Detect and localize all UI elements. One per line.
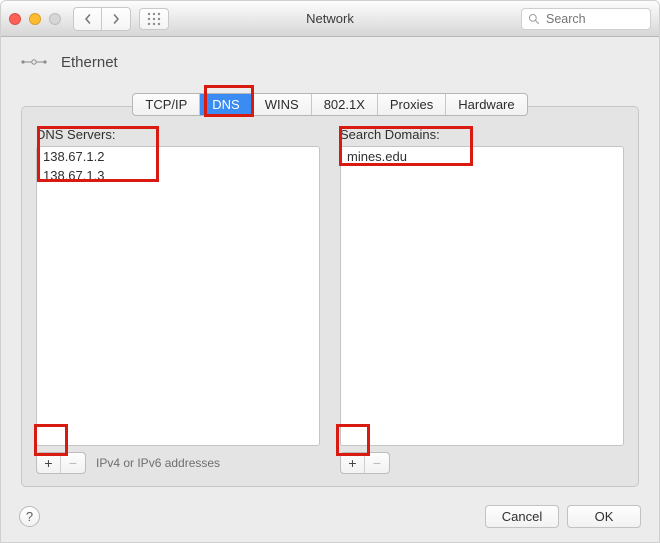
search-input[interactable] bbox=[544, 11, 644, 27]
system-preferences-window: Network Ethernet TCP/IPDNSWINS802.1XProx… bbox=[0, 0, 660, 543]
footer: ? Cancel OK bbox=[1, 497, 659, 542]
dns-servers-list[interactable]: 138.67.1.2138.67.1.3 bbox=[36, 146, 320, 446]
list-item[interactable]: 138.67.1.3 bbox=[37, 166, 319, 185]
pane-header: Ethernet bbox=[1, 37, 659, 79]
tabs: TCP/IPDNSWINS802.1XProxiesHardware bbox=[132, 93, 527, 116]
search-domains-column: Search Domains: mines.edu + − bbox=[340, 127, 624, 474]
search-domains-list[interactable]: mines.edu bbox=[340, 146, 624, 446]
search-field-wrap[interactable] bbox=[521, 8, 651, 30]
dns-servers-label: DNS Servers: bbox=[36, 127, 320, 142]
minimize-window-icon[interactable] bbox=[29, 13, 41, 25]
tab-dns[interactable]: DNS bbox=[200, 94, 252, 115]
ok-button[interactable]: OK bbox=[567, 505, 641, 528]
tab-hardware[interactable]: Hardware bbox=[446, 94, 526, 115]
titlebar: Network bbox=[1, 1, 659, 37]
show-all-button[interactable] bbox=[139, 8, 169, 30]
domains-add-button[interactable]: + bbox=[341, 453, 365, 473]
list-item[interactable]: mines.edu bbox=[341, 147, 623, 166]
search-domains-label: Search Domains: bbox=[340, 127, 624, 142]
nav-back-forward bbox=[73, 7, 131, 31]
back-button[interactable] bbox=[74, 8, 102, 30]
close-window-icon[interactable] bbox=[9, 13, 21, 25]
content-well: DNS Servers: 138.67.1.2138.67.1.3 + − IP… bbox=[21, 106, 639, 487]
zoom-window-icon bbox=[49, 13, 61, 25]
tab-proxies[interactable]: Proxies bbox=[378, 94, 446, 115]
pane-title: Ethernet bbox=[61, 54, 118, 71]
tab-wins[interactable]: WINS bbox=[253, 94, 312, 115]
search-icon bbox=[528, 13, 540, 25]
dns-hint: IPv4 or IPv6 addresses bbox=[96, 456, 220, 470]
domains-remove-button[interactable]: − bbox=[365, 453, 389, 473]
tab-tcp-ip[interactable]: TCP/IP bbox=[133, 94, 200, 115]
ethernet-icon bbox=[19, 51, 49, 73]
dns-servers-column: DNS Servers: 138.67.1.2138.67.1.3 + − IP… bbox=[36, 127, 320, 474]
dns-add-button[interactable]: + bbox=[37, 453, 61, 473]
tab-802-1x[interactable]: 802.1X bbox=[312, 94, 378, 115]
help-button[interactable]: ? bbox=[19, 506, 40, 527]
cancel-button[interactable]: Cancel bbox=[485, 505, 559, 528]
list-item[interactable]: 138.67.1.2 bbox=[37, 147, 319, 166]
dns-remove-button[interactable]: − bbox=[61, 453, 85, 473]
forward-button[interactable] bbox=[102, 8, 130, 30]
